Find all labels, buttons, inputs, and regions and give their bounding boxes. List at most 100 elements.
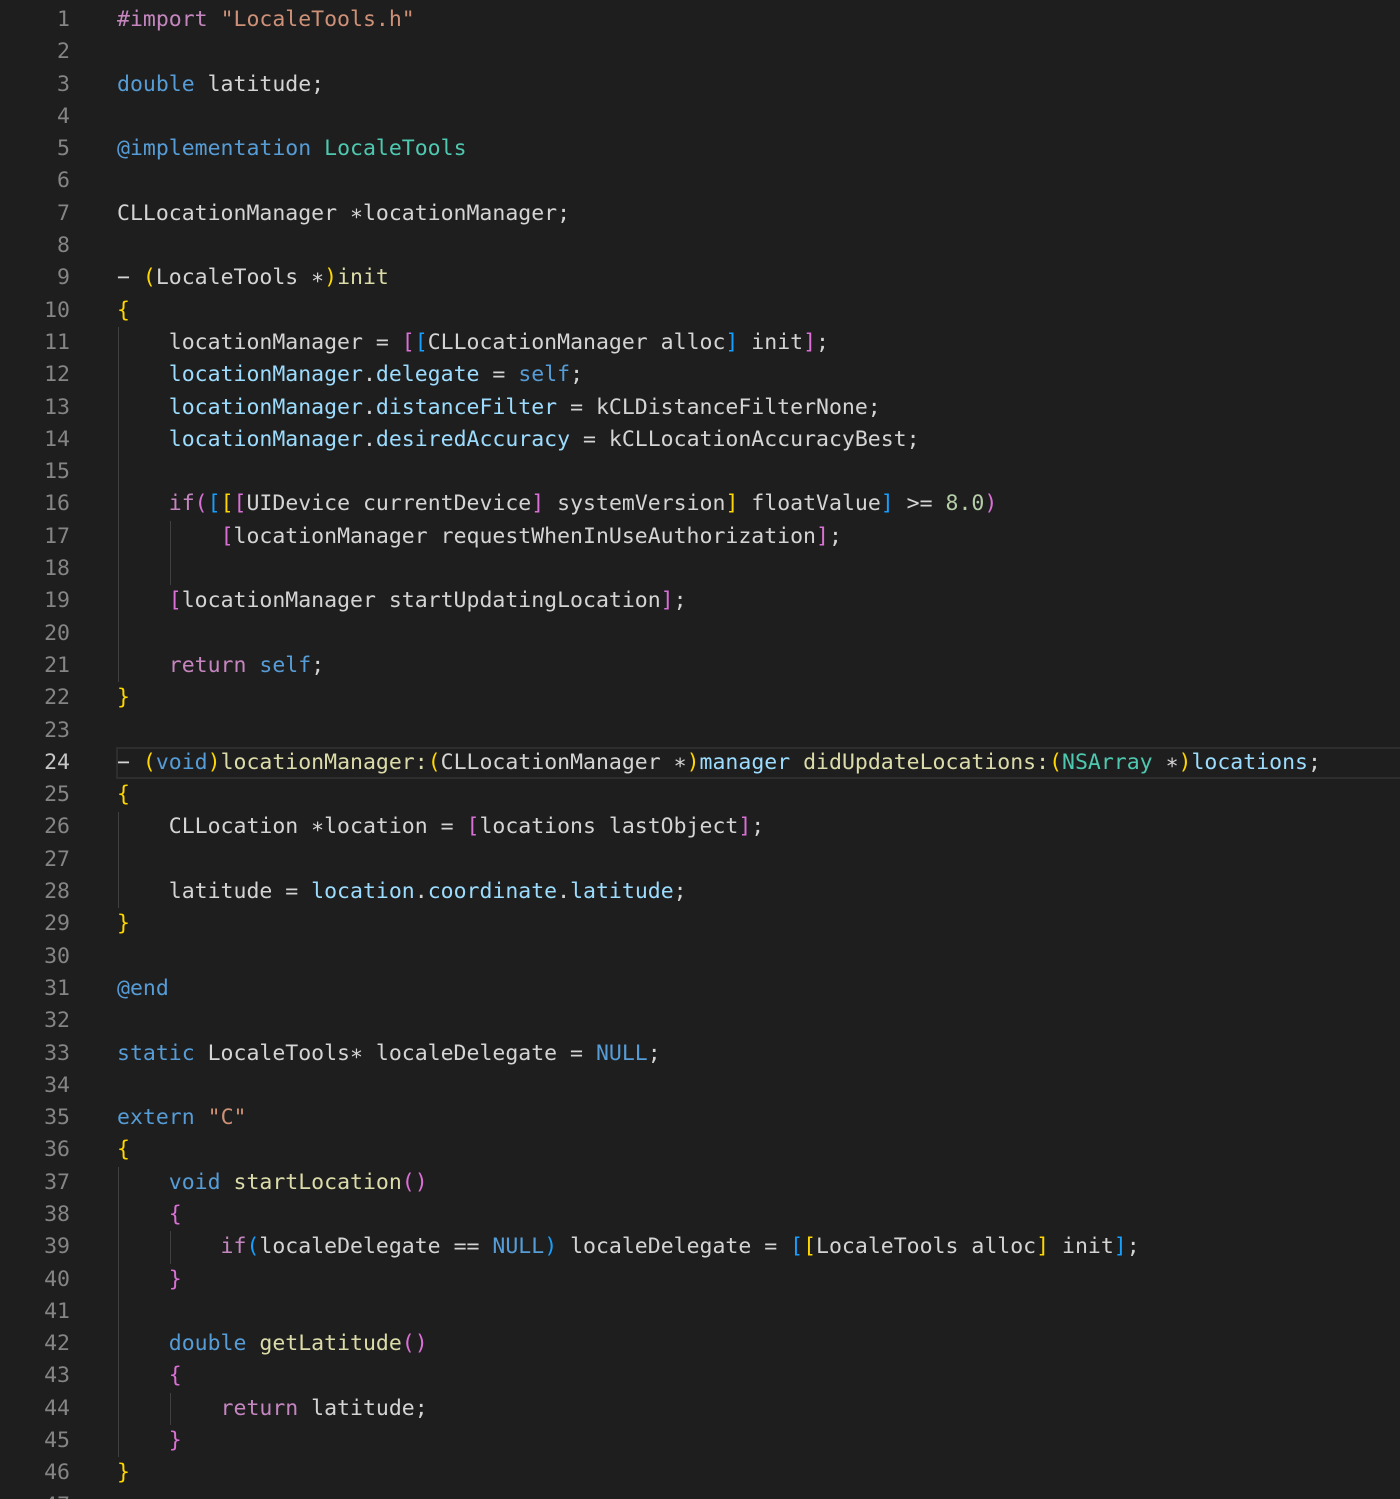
code-text: latitude = location.coordinate.latitude; [117, 876, 687, 908]
code-token: NULL [595, 1040, 648, 1066]
code-text: } [117, 1457, 130, 1489]
code-line[interactable]: 8 [0, 230, 1400, 262]
code-line[interactable]: 35 extern "C" [0, 1102, 1400, 1134]
code-line[interactable]: 20 [0, 618, 1400, 650]
code-token: ] [738, 814, 752, 840]
code-line[interactable]: 43 { [0, 1360, 1400, 1392]
code-line[interactable]: 34 [0, 1070, 1400, 1102]
code-token: locations lastObject [479, 814, 739, 840]
code-token: ) [207, 749, 221, 775]
code-token: ) [324, 265, 338, 291]
code-token: { [117, 782, 130, 808]
code-line[interactable]: 37 void startLocation() [0, 1167, 1400, 1199]
code-line[interactable]: 4 [0, 101, 1400, 133]
code-line[interactable]: 18 [0, 553, 1400, 585]
code-line[interactable]: 6 [0, 165, 1400, 197]
code-line[interactable]: 5 @implementation LocaleTools [0, 133, 1400, 165]
code-line[interactable]: 10 { [0, 295, 1400, 327]
code-line[interactable]: 21 return self; [0, 650, 1400, 682]
line-number: 38 [44, 1201, 70, 1227]
line-number: 4 [57, 103, 70, 129]
code-line[interactable]: 32 [0, 1005, 1400, 1037]
code-line[interactable]: 9 − (LocaleTools ∗)init [0, 262, 1400, 294]
code-token: [ [803, 1234, 817, 1260]
code-line[interactable]: 30 [0, 941, 1400, 973]
code-token: self [518, 362, 571, 388]
code-line[interactable]: 31 @end [0, 973, 1400, 1005]
code-line[interactable]: 29} [0, 908, 1400, 940]
line-number: 34 [44, 1072, 70, 1098]
code-line[interactable]: 47 [0, 1490, 1400, 1499]
code-line[interactable]: 44 return latitude; [0, 1393, 1400, 1425]
code-line[interactable]: 7 CLLocationManager ∗locationManager; [0, 198, 1400, 230]
code-text: locationManager = [[CLLocationManager al… [117, 327, 829, 359]
code-text: } [117, 1264, 182, 1296]
code-line[interactable]: 22} [0, 682, 1400, 714]
line-number: 47 [0, 1490, 70, 1499]
code-text: } [117, 1425, 182, 1457]
line-number: 10 [44, 297, 70, 323]
code-line[interactable]: 33 static LocaleTools∗ localeDelegate = N… [0, 1038, 1400, 1070]
code-text: double latitude; [117, 69, 324, 101]
code-token: latitude [570, 879, 674, 905]
code-line[interactable]: 15 [0, 456, 1400, 488]
code-line[interactable]: 46} [0, 1457, 1400, 1489]
indent-guide [170, 1392, 171, 1426]
line-number: 1 [57, 7, 70, 32]
line-number: 36 [44, 1137, 70, 1163]
code-token: ) [544, 1234, 558, 1260]
code-line[interactable]: 28 latitude = location.coordinate.latitu… [0, 876, 1400, 908]
code-text: [locationManager startUpdatingLocation]; [117, 585, 687, 617]
line-number: 14 [44, 426, 70, 452]
code-line[interactable]: 11 locationManager = [[CLLocationManager… [0, 327, 1400, 359]
code-token: − [117, 749, 143, 775]
code-line[interactable]: 3 double latitude; [0, 69, 1400, 101]
code-line[interactable]: 2 [0, 36, 1400, 68]
code-line[interactable]: 27 [0, 844, 1400, 876]
code-line[interactable]: 23 [0, 715, 1400, 747]
line-number: 42 [44, 1331, 70, 1357]
code-line[interactable]: 12 locationManager.delegate = self; [0, 359, 1400, 391]
code-token: ( [194, 491, 208, 517]
code-token: localeDelegate = [557, 1234, 791, 1260]
code-token: "C" [207, 1105, 247, 1131]
code-token: [ [790, 1234, 804, 1260]
code-line[interactable]: 1 #import "LocaleTools.h" [0, 4, 1400, 36]
code-token: ; [816, 329, 829, 355]
code-line[interactable]: 40 } [0, 1264, 1400, 1296]
code-editor[interactable]: 1 #import "LocaleTools.h" 2 3 double latitud… [0, 4, 1400, 1499]
line-number: 24 [44, 749, 70, 775]
code-token: . [414, 879, 428, 905]
code-token: ; [828, 523, 842, 549]
code-token: ; [570, 362, 584, 388]
code-line[interactable]: 45 } [0, 1425, 1400, 1457]
code-line[interactable]: 39 if(localeDelegate == NULL) localeDele… [0, 1231, 1400, 1263]
line-number: 8 [57, 233, 70, 259]
line-number: 46 [44, 1460, 70, 1486]
code-line[interactable]: 25 { [0, 779, 1400, 811]
code-line[interactable]: 13 locationManager.distanceFilter = kCLD… [0, 392, 1400, 424]
code-line[interactable]: 16 if([[[UIDevice currentDevice] systemV… [0, 488, 1400, 520]
code-line[interactable]: 19 [locationManager startUpdatingLocatio… [0, 585, 1400, 617]
code-token: double [117, 1331, 247, 1357]
code-token: "LocaleTools.h" [220, 7, 415, 32]
code-token: [ [401, 329, 415, 355]
code-line[interactable]: 24− (void)locationManager:(CLLocationMan… [0, 746, 1400, 780]
line-number: 18 [44, 556, 70, 582]
code-token: latitude; [194, 71, 325, 97]
code-line[interactable]: 41 [0, 1296, 1400, 1328]
code-line[interactable]: 14 locationManager.desiredAccuracy = kCL… [0, 424, 1400, 456]
code-token: () [401, 1169, 428, 1195]
code-token: UIDevice currentDevice [246, 491, 532, 517]
code-token: NULL [492, 1234, 545, 1260]
code-line[interactable]: 38 { [0, 1199, 1400, 1231]
code-token: if [117, 1234, 247, 1260]
code-line[interactable]: 17 [locationManager requestWhenInUseAuth… [0, 521, 1400, 553]
code-token: if [117, 491, 195, 517]
code-line[interactable]: 42 double getLatitude() [0, 1328, 1400, 1360]
code-line[interactable]: 26 CLLocation ∗location = [locations las… [0, 811, 1400, 843]
line-number: 7 [57, 200, 70, 226]
code-line[interactable]: 36 { [0, 1134, 1400, 1166]
